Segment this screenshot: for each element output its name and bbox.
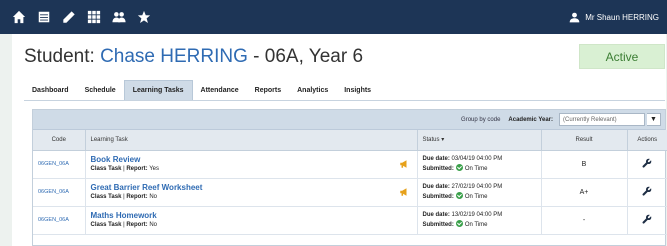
submitted-status: On Time	[464, 166, 488, 172]
check-circle-icon	[455, 220, 463, 227]
header-code[interactable]: Code	[33, 130, 86, 151]
actions-cell	[627, 150, 667, 179]
check-circle-icon	[455, 192, 463, 199]
task-code-link[interactable]: 06GEN_06A	[33, 150, 86, 179]
learning-tasks-panel: Group by code Academic Year: (Currently …	[32, 109, 667, 246]
task-cell: Great Barrier Reef Worksheet Class Task …	[85, 178, 418, 207]
pencil-icon[interactable]	[58, 6, 80, 28]
users-icon[interactable]	[108, 6, 130, 28]
tab-divider	[24, 100, 665, 101]
due-date: 27/02/19 04:00 PM	[451, 184, 503, 190]
submitted-label: Submitted:	[422, 166, 454, 172]
grid-icon[interactable]	[33, 6, 55, 28]
top-nav-bar: Mr Shaun HERRING	[0, 0, 667, 34]
apps-icon[interactable]	[83, 6, 105, 28]
header-learning-task[interactable]: Learning Task	[85, 130, 418, 151]
due-date: 03/04/19 04:00 PM	[451, 156, 503, 162]
wrench-icon[interactable]	[642, 158, 652, 170]
academic-year-select[interactable]: (Currently Relevant)	[559, 113, 645, 126]
student-card: Student: Chase HERRING - 06A, Year 6 Act…	[12, 34, 667, 246]
task-meta: Class Task | Report: No	[90, 221, 158, 228]
status-cell: Due date: 27/02/19 04:00 PM Submitted: On…	[417, 178, 542, 207]
task-type: Class Task	[90, 165, 122, 172]
megaphone-icon[interactable]	[399, 159, 409, 169]
check-circle-icon	[455, 164, 463, 171]
status-badge: Active	[579, 44, 665, 69]
tab-reports[interactable]: Reports	[247, 80, 289, 100]
table-header-row: Code Learning Task Status ▾ Result Actio…	[33, 130, 667, 151]
result-value: -	[541, 206, 628, 235]
task-title-link[interactable]: Maths Homework	[91, 211, 412, 221]
due-label: Due date:	[422, 212, 450, 218]
actions-cell	[627, 206, 667, 235]
report-label: Report:	[126, 193, 148, 200]
wrench-icon[interactable]	[642, 214, 652, 226]
title-prefix: Student:	[24, 46, 101, 67]
task-meta: Class Task | Report: No	[90, 193, 158, 200]
user-name: Mr Shaun HERRING	[585, 12, 659, 22]
wrench-icon[interactable]	[642, 186, 652, 198]
header-actions: Actions	[627, 130, 667, 151]
task-type: Class Task	[90, 221, 122, 228]
task-meta: Class Task | Report: Yes	[90, 165, 160, 172]
tab-schedule[interactable]: Schedule	[77, 80, 124, 100]
tab-attendance[interactable]: Attendance	[193, 80, 247, 100]
result-value: B	[541, 150, 628, 179]
user-menu[interactable]: Mr Shaun HERRING	[569, 12, 659, 23]
tab-bar: Dashboard Schedule Learning Tasks Attend…	[24, 80, 664, 100]
submitted-status: On Time	[464, 194, 488, 200]
task-code-link[interactable]: 06GEN_06A	[33, 206, 86, 235]
task-type: Class Task	[90, 193, 122, 200]
report-value: Yes	[149, 165, 160, 172]
report-value: No	[149, 221, 158, 228]
header-status-label: Status	[422, 137, 440, 144]
tab-analytics[interactable]: Analytics	[289, 80, 336, 100]
status-cell: Due date: 13/02/19 04:00 PM Submitted: On…	[417, 206, 542, 235]
task-cell: Book Review Class Task | Report: Yes	[85, 150, 418, 179]
header-result[interactable]: Result	[541, 130, 628, 151]
tab-insights[interactable]: Insights	[336, 80, 379, 100]
due-label: Due date:	[422, 156, 450, 162]
actions-cell	[627, 178, 667, 207]
table-row: 06GEN_06A Book Review Class Task | Repor…	[33, 150, 667, 179]
tab-learning-tasks[interactable]: Learning Tasks	[123, 80, 193, 100]
due-date: 13/02/19 04:00 PM	[451, 212, 503, 218]
task-cell: Maths Homework Class Task | Report: No	[85, 206, 418, 235]
task-title-link[interactable]: Book Review	[91, 155, 399, 165]
task-title-link[interactable]: Great Barrier Reef Worksheet	[91, 183, 399, 193]
header-status[interactable]: Status ▾	[417, 130, 542, 151]
table-row: 06GEN_06A Great Barrier Reef Worksheet C…	[33, 178, 667, 207]
report-value: No	[149, 193, 158, 200]
submitted-label: Submitted:	[422, 222, 454, 228]
user-icon	[569, 12, 580, 22]
group-by-code-link[interactable]: Group by code	[461, 117, 500, 123]
title-suffix: - 06A, Year 6	[247, 46, 364, 67]
task-code-link[interactable]: 06GEN_06A	[33, 178, 86, 207]
home-icon[interactable]	[8, 6, 30, 28]
result-value: A+	[541, 178, 628, 207]
submitted-label: Submitted:	[422, 194, 454, 200]
report-label: Report:	[126, 221, 148, 228]
megaphone-icon[interactable]	[399, 187, 409, 197]
page-title: Student: Chase HERRING - 06A, Year 6	[24, 46, 363, 68]
filter-bar: Group by code Academic Year: (Currently …	[33, 110, 665, 130]
star-icon[interactable]	[133, 6, 155, 28]
sort-icon: ▾	[441, 137, 445, 144]
report-label: Report:	[126, 165, 148, 172]
table-row: 06GEN_06A Maths Homework Class Task | Re…	[33, 206, 667, 235]
academic-year-label: Academic Year:	[508, 116, 553, 123]
tasks-table: Code Learning Task Status ▾ Result Actio…	[33, 130, 667, 235]
status-cell: Due date: 03/04/19 04:00 PM Submitted: On…	[417, 150, 542, 179]
tab-dashboard[interactable]: Dashboard	[24, 80, 77, 100]
submitted-status: On Time	[464, 222, 488, 228]
due-label: Due date:	[422, 184, 450, 190]
chevron-down-icon[interactable]: ▼	[647, 113, 661, 126]
student-name: Chase HERRING	[100, 46, 248, 67]
